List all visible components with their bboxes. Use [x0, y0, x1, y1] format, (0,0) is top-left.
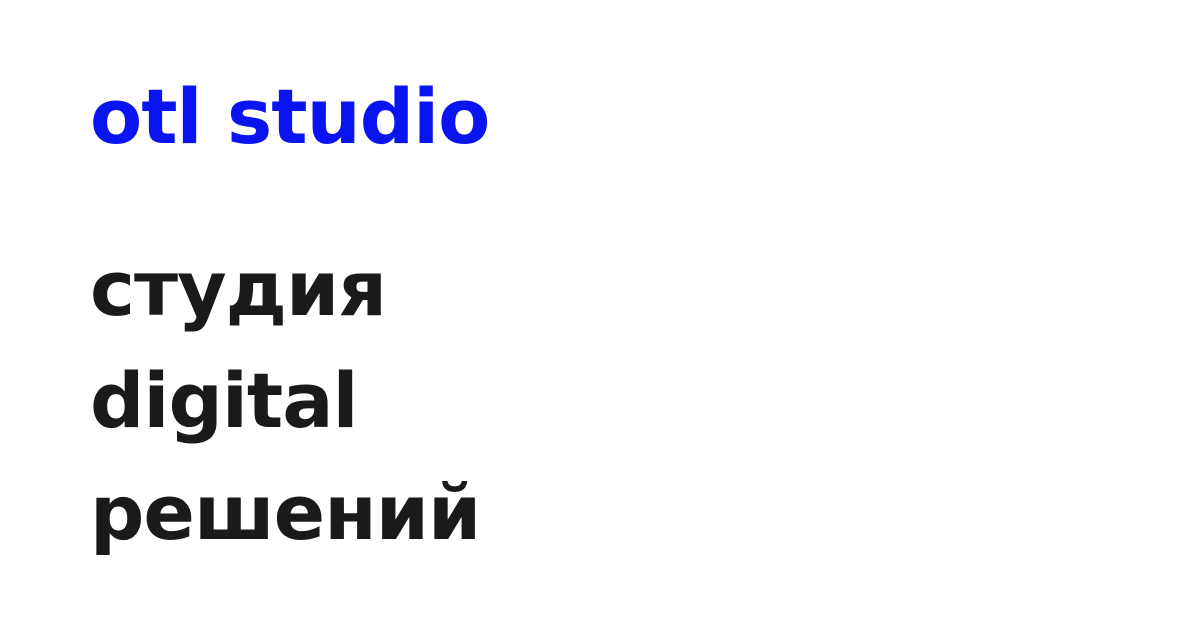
brand-logo-text: otl studio: [90, 72, 490, 161]
promo-card: otl studio студия digital решений: [0, 0, 1200, 630]
tagline-line-1: студия: [90, 244, 387, 333]
tagline: студия digital решений: [90, 233, 481, 569]
tagline-line-2: digital: [90, 356, 359, 445]
tagline-line-3: решений: [90, 468, 481, 557]
